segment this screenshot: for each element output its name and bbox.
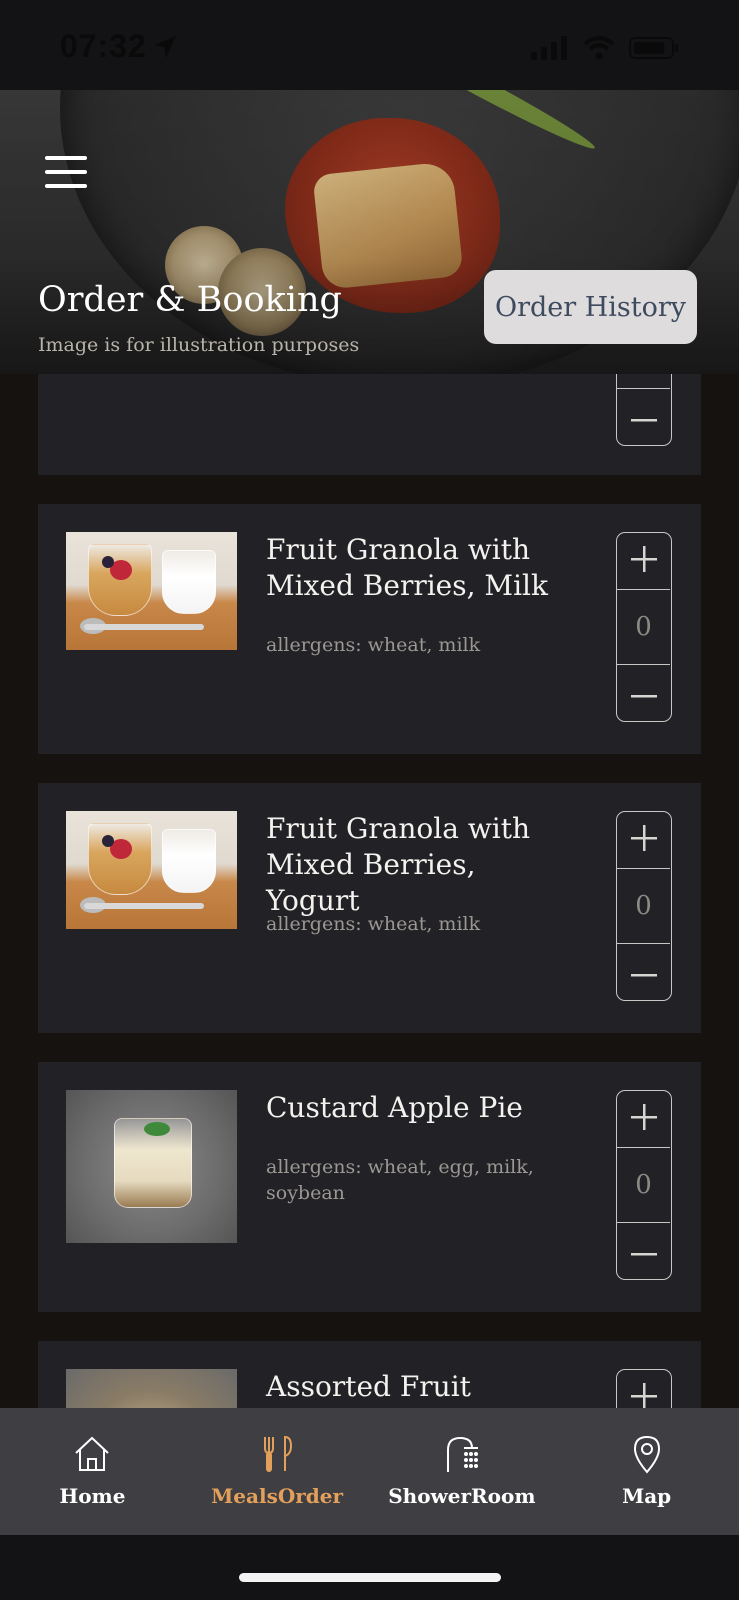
granola-milk-image xyxy=(66,532,237,650)
tab-home[interactable]: Home xyxy=(0,1408,185,1535)
menu-item-allergens: allergens: wheat, milk xyxy=(266,634,481,656)
quantity-stepper: 0 xyxy=(616,1090,672,1280)
battery-icon xyxy=(629,36,679,64)
tab-label: Map xyxy=(622,1484,672,1508)
plus-icon xyxy=(630,1104,657,1134)
menu-card: Custard Apple Pie allergens: wheat, egg,… xyxy=(38,1062,701,1312)
decrease-button[interactable] xyxy=(617,388,670,445)
menu-card: Fruit Granola with Mixed Berries, Yogurt… xyxy=(38,783,701,1033)
menu-card: Fruit Granola with Mixed Berries, Milk a… xyxy=(38,504,701,754)
decrease-button[interactable] xyxy=(617,1222,670,1279)
signal-icon xyxy=(531,36,569,64)
minus-icon xyxy=(630,1242,657,1261)
plus-icon xyxy=(630,546,657,576)
shower-icon xyxy=(442,1434,482,1478)
quantity-stepper: 0 xyxy=(616,532,672,722)
quantity-value: 0 xyxy=(635,890,652,921)
header-banner: Order & Booking Image is for illustratio… xyxy=(0,88,739,374)
status-time: 07:32 xyxy=(60,28,147,64)
decrease-button[interactable] xyxy=(617,664,670,721)
status-bar: 07:32 xyxy=(0,0,739,90)
increase-button[interactable] xyxy=(617,812,670,869)
decrease-button[interactable] xyxy=(617,943,670,1000)
image-disclaimer: Image is for illustration purposes xyxy=(38,334,360,356)
tab-bar: Home MealsOrder ShowerRoom Map xyxy=(0,1408,739,1535)
tab-label: MealsOrder xyxy=(211,1484,344,1508)
location-arrow-icon xyxy=(152,34,178,64)
quantity-value: 0 xyxy=(635,1169,652,1200)
quantity-value: 0 xyxy=(635,611,652,642)
quantity-stepper: 0 xyxy=(616,811,672,1001)
tab-label: ShowerRoom xyxy=(388,1484,536,1508)
menu-item-name: Custard Apple Pie xyxy=(266,1091,523,1124)
menu-item-name: Fruit Granola with Mixed Berries, Milk xyxy=(266,533,548,602)
menu-item-allergens: allergens: wheat, egg, milk, soybean xyxy=(266,1156,534,1204)
menu-item-name: Fruit Granola with Mixed Berries, Yogurt xyxy=(266,812,531,917)
hamburger-menu-icon[interactable] xyxy=(45,156,87,188)
minus-icon xyxy=(630,963,657,982)
menu-item-allergens: allergens: wheat, milk xyxy=(266,913,481,935)
home-icon xyxy=(72,1434,112,1478)
tab-meals-order[interactable]: MealsOrder xyxy=(185,1408,370,1535)
increase-button[interactable] xyxy=(617,1091,670,1148)
home-indicator[interactable] xyxy=(239,1573,501,1582)
page-title: Order & Booking xyxy=(38,280,342,320)
minus-icon xyxy=(630,408,657,427)
increase-button[interactable] xyxy=(617,533,670,590)
tab-shower-room[interactable]: ShowerRoom xyxy=(370,1408,555,1535)
custard-apple-pie-image xyxy=(66,1090,237,1243)
order-history-button[interactable]: Order History xyxy=(484,270,697,344)
status-indicators xyxy=(531,36,679,64)
granola-yogurt-image xyxy=(66,811,237,929)
wifi-icon xyxy=(583,36,615,64)
tab-label: Home xyxy=(59,1484,126,1508)
plus-icon xyxy=(630,825,657,855)
map-pin-icon xyxy=(627,1434,667,1478)
tab-map[interactable]: Map xyxy=(554,1408,739,1535)
menu-item-name: Assorted Fruit xyxy=(266,1370,471,1403)
utensils-icon xyxy=(257,1434,297,1478)
minus-icon xyxy=(630,684,657,703)
